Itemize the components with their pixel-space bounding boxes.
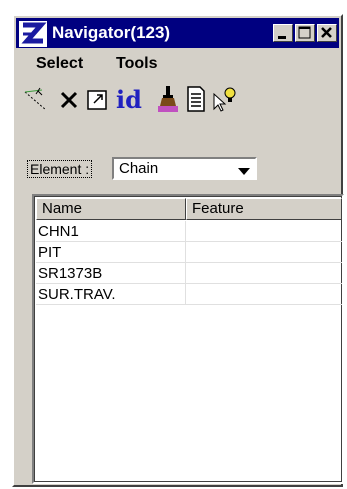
element-type-value: Chain bbox=[119, 160, 159, 177]
paint-brush-icon[interactable] bbox=[154, 84, 182, 114]
locate-arrow-icon[interactable] bbox=[84, 84, 112, 114]
table-row[interactable]: SUR.TRAV. bbox=[36, 284, 342, 305]
id-icon-text: id bbox=[116, 85, 142, 114]
select-line-icon[interactable] bbox=[22, 84, 50, 114]
cell-name: PIT bbox=[38, 244, 62, 261]
title-bar[interactable]: Navigator(123) bbox=[16, 18, 339, 48]
cell-divider bbox=[185, 221, 186, 241]
window-title: Navigator(123) bbox=[52, 23, 171, 42]
table-row[interactable]: PIT bbox=[36, 242, 342, 263]
cell-name: SUR.TRAV. bbox=[38, 286, 116, 303]
cell-divider bbox=[185, 284, 186, 304]
delete-x-icon[interactable] bbox=[56, 84, 84, 114]
element-list[interactable]: Name Feature CHN1 PIT SR1373B SUR.TRAV. bbox=[32, 194, 344, 484]
id-icon[interactable]: id bbox=[114, 84, 150, 114]
menu-select[interactable]: Select bbox=[36, 55, 83, 73]
menu-tools[interactable]: Tools bbox=[116, 55, 157, 73]
cell-name: SR1373B bbox=[38, 265, 103, 282]
column-header-name[interactable]: Name bbox=[36, 198, 186, 220]
maximize-button[interactable] bbox=[295, 24, 315, 42]
column-header-feature[interactable]: Feature bbox=[186, 198, 342, 220]
toolbar: id bbox=[16, 82, 339, 116]
element-type-select[interactable]: Chain bbox=[112, 157, 257, 180]
element-label: Element : bbox=[27, 160, 93, 178]
cell-name: CHN1 bbox=[38, 223, 79, 240]
close-button[interactable] bbox=[317, 24, 337, 42]
table-row[interactable]: SR1373B bbox=[36, 263, 342, 284]
chevron-down-icon[interactable] bbox=[237, 164, 251, 175]
cursor-bulb-icon[interactable] bbox=[210, 84, 238, 114]
minimize-button[interactable] bbox=[273, 24, 293, 42]
app-logo-icon bbox=[19, 21, 47, 47]
report-icon[interactable] bbox=[182, 84, 210, 114]
cell-divider bbox=[185, 263, 186, 283]
table-row[interactable]: CHN1 bbox=[36, 221, 342, 242]
cell-divider bbox=[185, 242, 186, 262]
navigator-window: Navigator(123) Select Tools id Element:… bbox=[12, 14, 344, 487]
menu-bar: Select Tools bbox=[16, 52, 339, 78]
